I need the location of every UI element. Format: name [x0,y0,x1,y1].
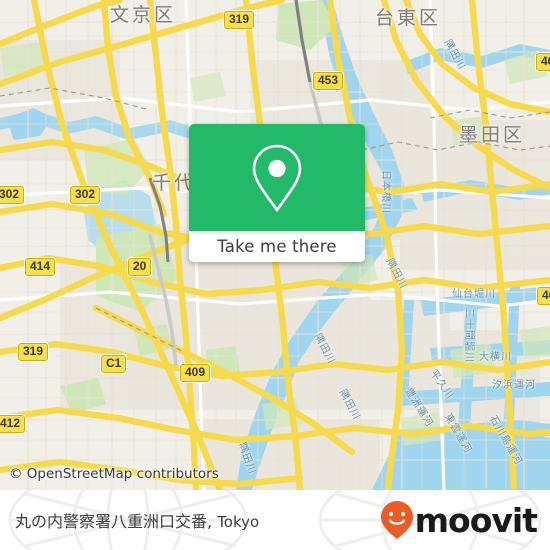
road-shield[interactable]: 453 [313,72,344,90]
road-shield[interactable]: 412 [0,415,26,433]
card-pin-area [189,124,365,231]
road-shield[interactable]: 463 [537,287,550,305]
moovit-smiley-pin-icon [380,501,413,539]
place-name-text: 丸の内警察署八重洲口交番 [15,512,208,531]
road-shield[interactable]: 319 [18,343,49,361]
title-separator: , [207,512,218,531]
city-text: Tokyo [217,513,260,531]
map-pin-icon [252,144,302,212]
road-shield[interactable]: C1 [101,355,127,373]
road-shield[interactable]: 409 [180,364,211,382]
map-canvas[interactable]: .w { fill:#9fd5ee; } .pk{ fill:#cfe7b8; … [0,0,550,490]
take-me-there-button[interactable]: Take me there [189,231,365,262]
road-shield[interactable]: 302 [70,186,101,204]
road-shield[interactable]: 465 [536,53,550,71]
road-shield[interactable]: 302 [0,186,25,204]
place-title: 丸の内警察署八重洲口交番, Tokyo [15,508,259,532]
road-shield[interactable]: 414 [25,258,56,276]
osm-attribution[interactable]: © OpenStreetMap contributors [9,466,219,482]
moovit-place-map-screenshot: .w { fill:#9fd5ee; } .pk{ fill:#cfe7b8; … [0,0,550,550]
moovit-logo[interactable]: moovit [380,500,538,540]
footer-bar: 丸の内警察署八重洲口交番, Tokyo moovit [0,490,550,550]
road-shield[interactable]: 20 [128,258,152,276]
moovit-wordmark: moovit [414,500,538,540]
place-popup-card[interactable]: Take me there [189,124,365,262]
road-shield[interactable]: 319 [224,11,255,29]
